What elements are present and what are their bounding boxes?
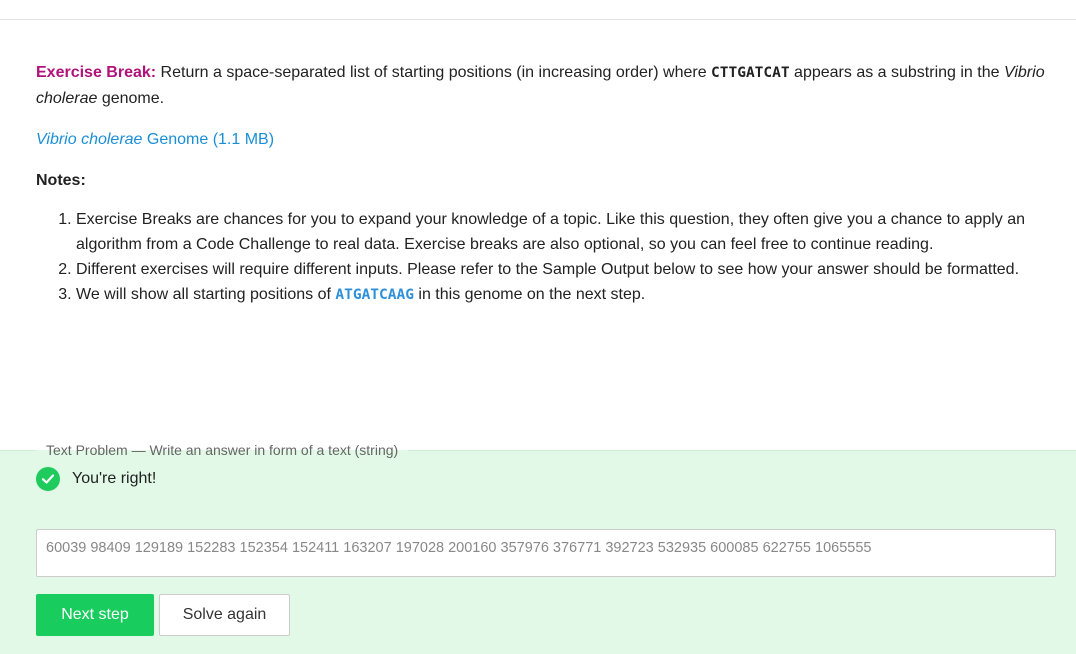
answer-textarea[interactable]: 60039 98409 129189 152283 152354 152411 … bbox=[36, 529, 1056, 577]
genome-link-organism: Vibrio cholerae bbox=[36, 131, 143, 148]
genome-download-link[interactable]: Vibrio cholerae Genome (1.1 MB) bbox=[36, 131, 274, 148]
notes-heading: Notes: bbox=[36, 172, 86, 189]
note-item-1: Exercise Breaks are chances for you to e… bbox=[76, 207, 1066, 257]
note-item-2: Different exercises will require differe… bbox=[76, 257, 1066, 282]
step-content: Exercise Break: Return a space-separated… bbox=[36, 60, 1066, 308]
exercise-break-label: Exercise Break: bbox=[36, 64, 157, 81]
genome-link-label: Genome (1.1 MB) bbox=[142, 131, 275, 148]
solve-again-button[interactable]: Solve again bbox=[159, 594, 290, 636]
note-item-3: We will show all starting positions of A… bbox=[76, 282, 1066, 308]
exercise-text-mid: appears as a substring in the bbox=[789, 64, 1004, 81]
exercise-text-after: genome. bbox=[97, 90, 165, 107]
exercise-text-before: Return a space-separated list of startin… bbox=[156, 64, 712, 81]
top-divider bbox=[0, 19, 1076, 20]
next-step-button[interactable]: Next step bbox=[36, 594, 154, 636]
result-status: You're right! bbox=[36, 466, 156, 492]
exercise-pattern: CTTGATCAT bbox=[711, 65, 790, 81]
check-circle-icon bbox=[36, 467, 60, 491]
problem-type-legend: Text Problem — Write an answer in form o… bbox=[36, 439, 409, 461]
genome-link-paragraph: Vibrio cholerae Genome (1.1 MB) bbox=[36, 127, 1066, 152]
note-item-3-after: in this genome on the next step. bbox=[413, 286, 646, 303]
notes-list: Exercise Breaks are chances for you to e… bbox=[36, 207, 1066, 308]
status-text: You're right! bbox=[72, 470, 157, 487]
note-item-3-before: We will show all starting positions of bbox=[76, 286, 336, 303]
pattern-link[interactable]: ATGATCAAG bbox=[335, 287, 414, 303]
exercise-paragraph: Exercise Break: Return a space-separated… bbox=[36, 60, 1066, 111]
